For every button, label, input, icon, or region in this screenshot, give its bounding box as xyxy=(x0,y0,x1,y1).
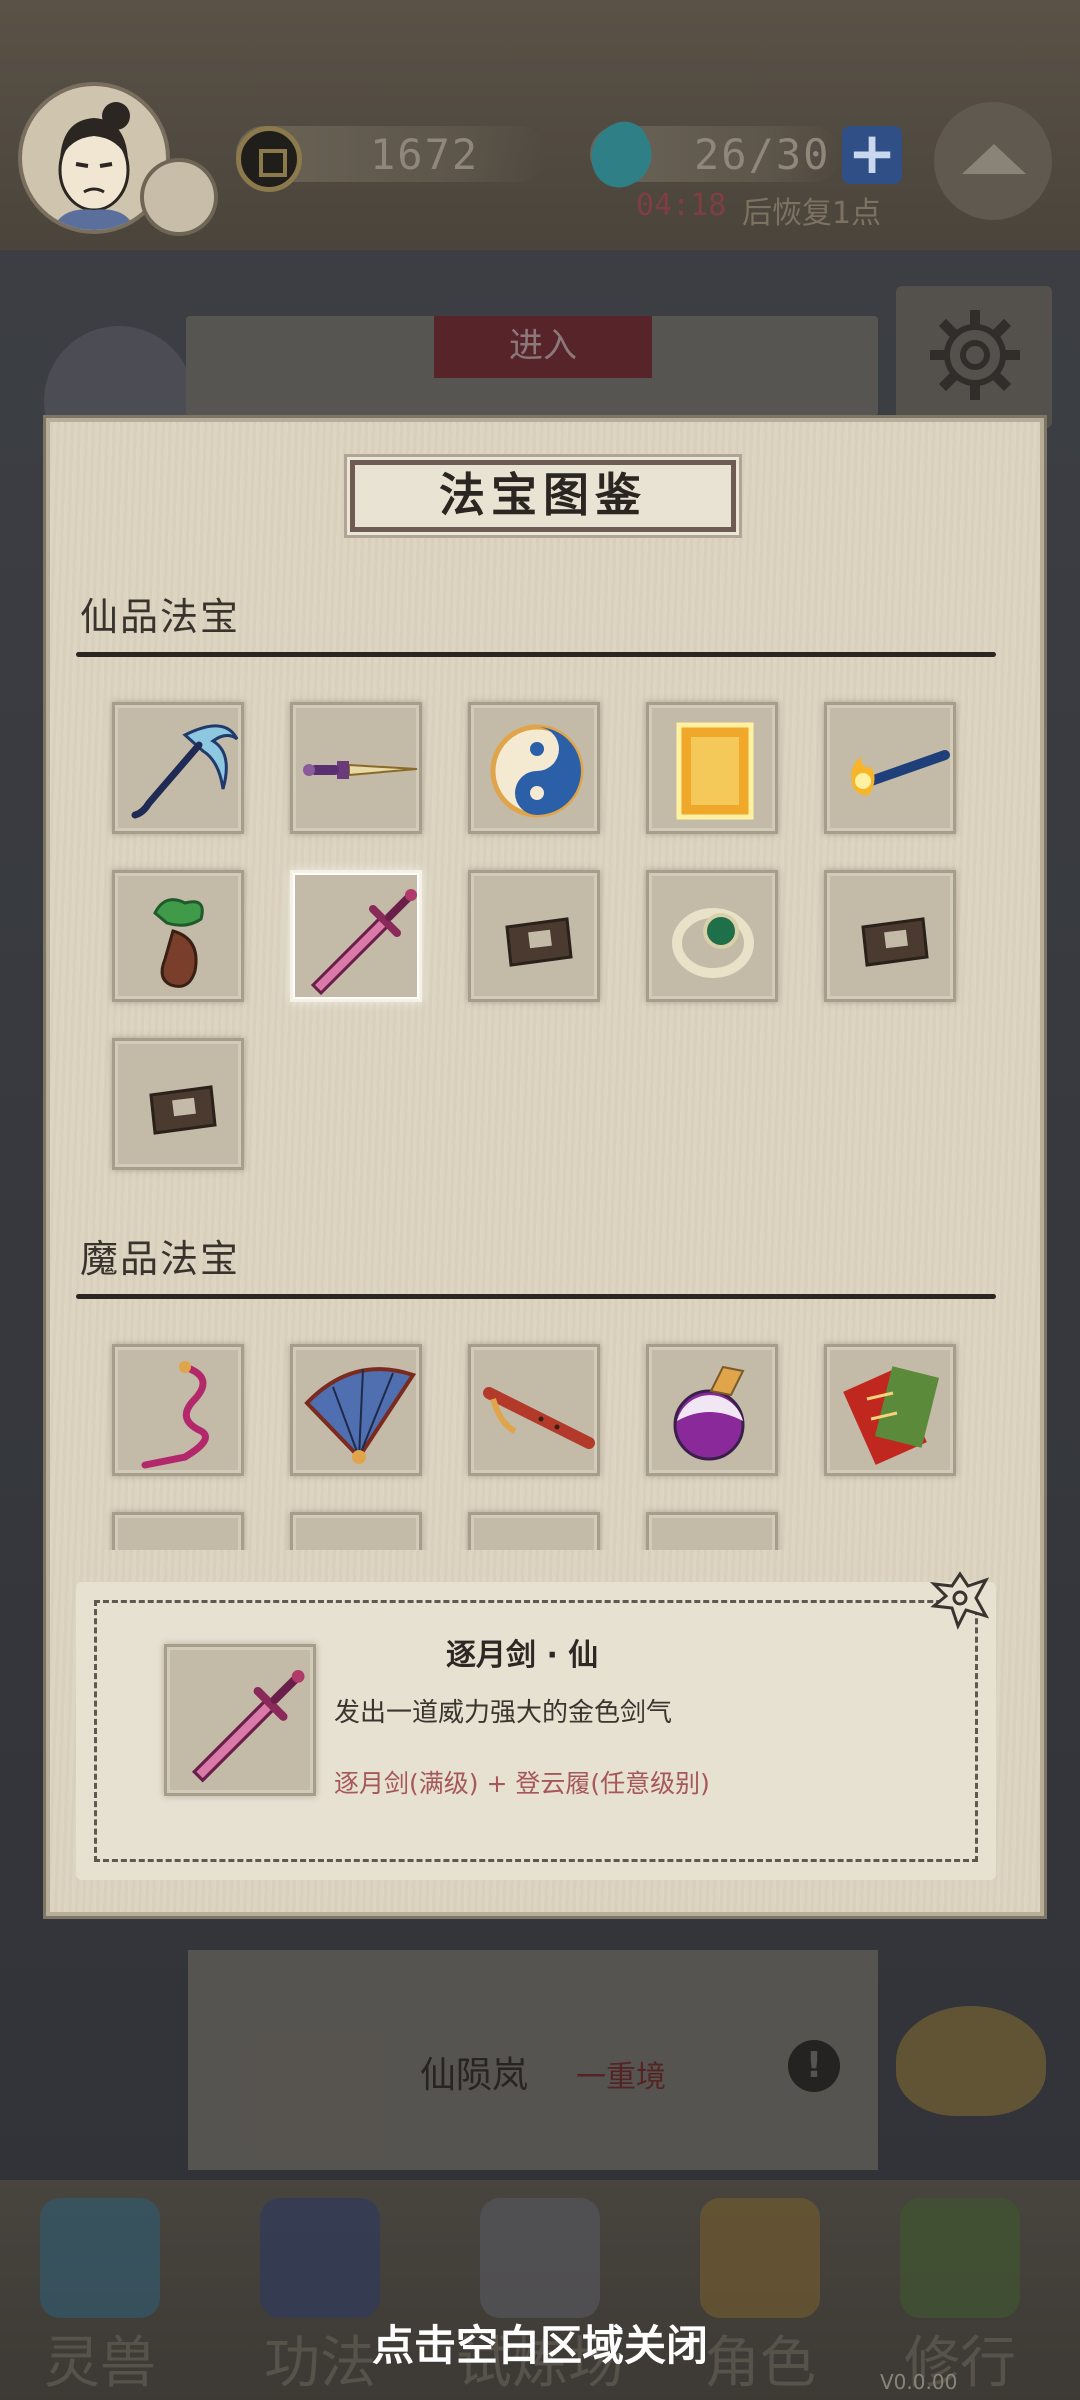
section-divider xyxy=(76,1294,996,1299)
treasure-slot-locked[interactable] xyxy=(112,1038,244,1170)
treasure-slot[interactable] xyxy=(646,1344,778,1476)
moon-sword-icon xyxy=(191,1669,305,1783)
detail-icon-slot xyxy=(164,1644,316,1796)
stamina-amount: 26/30 xyxy=(694,130,831,179)
treasure-slot[interactable] xyxy=(646,1512,778,1550)
treasure-slot[interactable] xyxy=(112,870,244,1002)
treasure-slot[interactable] xyxy=(112,1344,244,1476)
potion-flask-icon xyxy=(673,1365,745,1461)
section-title-immortal: 仙品法宝 xyxy=(80,595,241,639)
treasure-slot-selected[interactable] xyxy=(290,870,422,1002)
treasure-slot[interactable] xyxy=(824,1344,956,1476)
jade-gourd-icon xyxy=(153,898,204,988)
treasure-slot[interactable] xyxy=(468,702,600,834)
folding-fan-icon xyxy=(304,1367,417,1464)
detail-upgrade-recipe: 逐月剑(满级) + 登云履(任意级别) xyxy=(334,1769,710,1798)
coin-amount: 1672 xyxy=(370,130,480,179)
codex-scroll-area[interactable]: 法宝图鉴 仙品法宝 魔品法宝 xyxy=(50,422,1040,1550)
treasure-slot-locked[interactable] xyxy=(468,870,600,1002)
detail-treasure-name: 逐月剑 · 仙 xyxy=(446,1638,599,1673)
detail-treasure-description: 发出一道威力强大的金色剑气 xyxy=(334,1698,673,1728)
dagger-icon xyxy=(303,761,418,779)
golden-mirror-icon xyxy=(676,722,754,820)
section-divider xyxy=(76,652,996,657)
locked-icon xyxy=(149,1085,217,1135)
collapse-menu-button[interactable] xyxy=(934,102,1052,220)
close-hint: 点击空白区域关闭 xyxy=(371,2321,708,2370)
coin-icon xyxy=(236,126,302,192)
locked-icon xyxy=(505,917,573,967)
locked-icon xyxy=(861,917,929,967)
talisman-cards-icon xyxy=(843,1366,939,1465)
modal-title: 法宝图鉴 xyxy=(350,460,736,532)
pet-avatar[interactable] xyxy=(140,158,218,236)
crescent-staff-icon xyxy=(131,724,239,819)
treasure-slot[interactable] xyxy=(468,1344,600,1476)
version-label: V0.0.00 xyxy=(880,2370,958,2394)
flute-icon xyxy=(483,1387,595,1449)
ribbon-whip-icon xyxy=(141,1361,209,1469)
top-bar: 1672 26/30 + 04:18 后恢复1点 xyxy=(0,0,1080,250)
treasure-slot[interactable] xyxy=(112,1512,244,1550)
section-title-demonic: 魔品法宝 xyxy=(80,1237,241,1281)
treasure-slot-locked[interactable] xyxy=(824,870,956,1002)
regen-timer: 04:18 xyxy=(636,188,727,223)
treasure-slot[interactable] xyxy=(646,702,778,834)
treasure-slot[interactable] xyxy=(290,1512,422,1550)
add-stamina-button[interactable]: + xyxy=(842,124,902,184)
treasure-slot[interactable] xyxy=(468,1512,600,1550)
jade-ring-icon xyxy=(672,908,754,978)
treasure-codex-modal: 法宝图鉴 仙品法宝 魔品法宝 逐月剑 · 仙 发出一道威力强大的金色剑气 逐月剑… xyxy=(46,418,1044,1916)
close-detail-icon[interactable] xyxy=(930,1570,990,1630)
treasure-slot[interactable] xyxy=(290,1344,422,1476)
treasure-slot[interactable] xyxy=(112,702,244,834)
treasure-detail-panel: 逐月剑 · 仙 发出一道威力强大的金色剑气 逐月剑(满级) + 登云履(任意级别… xyxy=(76,1582,996,1880)
treasure-slot[interactable] xyxy=(290,702,422,834)
treasure-slot[interactable] xyxy=(646,870,778,1002)
regen-text: 后恢复1点 xyxy=(742,196,882,231)
treasure-slot[interactable] xyxy=(824,702,956,834)
fire-brush-icon xyxy=(851,750,950,796)
moon-sword-icon xyxy=(310,889,417,996)
yin-yang-icon xyxy=(490,724,584,818)
